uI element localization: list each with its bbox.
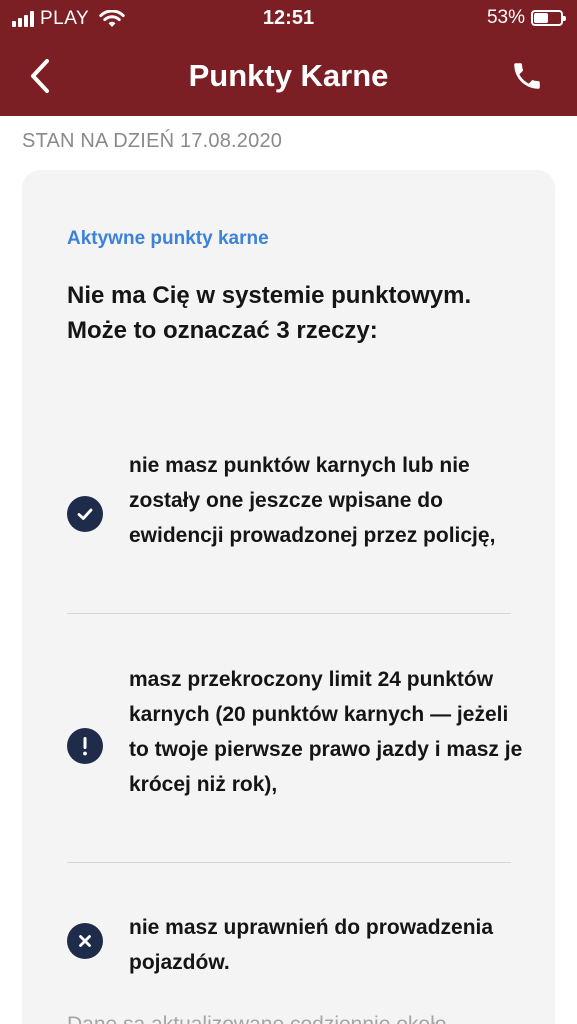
phone-button[interactable] (507, 56, 547, 96)
battery-icon (531, 10, 566, 26)
exclamation-icon (67, 728, 103, 764)
footnote: Dane są aktualizowane codziennie około (67, 1010, 527, 1024)
list-item-text: nie masz uprawnień do prowadzenia pojazd… (129, 916, 494, 974)
status-bar: PLAY 12:51 53% (0, 0, 577, 36)
status-right: 53% (486, 7, 566, 29)
back-button[interactable] (22, 56, 58, 96)
nav-bar: Punkty Karne (0, 36, 577, 116)
battery-percent: 53% (486, 7, 525, 28)
battery-fill (534, 13, 548, 23)
penalty-points-card: Aktywne punkty karne Nie ma Cię w system… (22, 170, 555, 1024)
list-item-text: masz przekroczony limit 24 punktów karny… (129, 668, 523, 796)
phone-icon (514, 63, 540, 89)
card-header: Aktywne punkty karne (67, 228, 269, 249)
divider (67, 613, 511, 614)
chevron-left-icon (31, 59, 49, 93)
check-icon (67, 496, 103, 532)
page-title: Punkty Karne (188, 58, 389, 93)
divider (67, 862, 511, 863)
list-item-text: nie masz punktów karnych lub nie zostały… (129, 454, 496, 547)
date-label: STAN NA DZIEŃ 17.08.2020 (22, 130, 283, 152)
close-icon (67, 923, 103, 959)
card-lead: Nie ma Cię w systemie punktowym. Może to… (67, 282, 472, 344)
